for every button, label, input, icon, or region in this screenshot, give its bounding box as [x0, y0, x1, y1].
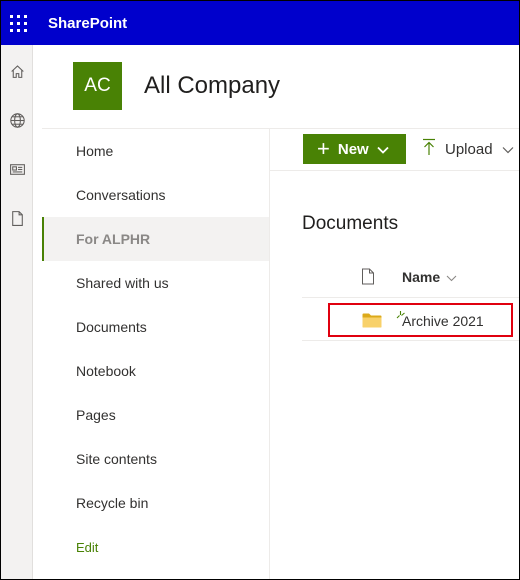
- nav-item-conversations[interactable]: Conversations: [42, 173, 269, 217]
- app-bar: [1, 45, 33, 579]
- nav-edit-link[interactable]: Edit: [42, 525, 269, 569]
- list-header: Name: [302, 258, 519, 298]
- sharepoint-window: SharePoint AC All Company Home Conversat…: [0, 0, 520, 580]
- chevron-down-icon: [377, 141, 389, 158]
- app-name[interactable]: SharePoint: [48, 15, 127, 32]
- site-logo[interactable]: AC: [73, 62, 122, 110]
- site-title[interactable]: All Company: [144, 72, 280, 100]
- nav-item-documents[interactable]: Documents: [42, 305, 269, 349]
- upload-button-label: Upload: [445, 140, 493, 158]
- app-launcher-icon[interactable]: [1, 1, 35, 45]
- new-button-label: New: [337, 140, 369, 158]
- command-bar: + New Upload: [269, 128, 519, 171]
- nav-item-notebook[interactable]: Notebook: [42, 349, 269, 393]
- globe-icon[interactable]: [1, 107, 33, 133]
- nav-item-pages[interactable]: Pages: [42, 393, 269, 437]
- document-icon[interactable]: [1, 205, 33, 231]
- column-header-name[interactable]: Name: [402, 269, 457, 285]
- file-type-icon[interactable]: [361, 268, 375, 290]
- left-navigation: Home Conversations For ALPHR Shared with…: [42, 128, 269, 579]
- nav-item-home[interactable]: Home: [42, 129, 269, 173]
- suite-bar: SharePoint: [1, 1, 519, 45]
- content-divider: [269, 171, 270, 579]
- chevron-down-icon: [502, 141, 514, 158]
- nav-item-shared-with-us[interactable]: Shared with us: [42, 261, 269, 305]
- upload-button[interactable]: Upload: [422, 134, 514, 164]
- upload-icon: [422, 138, 436, 160]
- nav-item-recycle-bin[interactable]: Recycle bin: [42, 481, 269, 525]
- nav-item-for-alphr[interactable]: For ALPHR: [42, 217, 269, 261]
- nav-item-site-contents[interactable]: Site contents: [42, 437, 269, 481]
- library-title: Documents: [302, 213, 399, 234]
- home-icon[interactable]: [1, 58, 33, 84]
- chevron-down-icon: [446, 269, 457, 285]
- highlight-annotation: [328, 303, 513, 337]
- column-header-name-label: Name: [402, 269, 441, 285]
- plus-icon: +: [317, 136, 330, 161]
- new-button[interactable]: + New: [303, 134, 406, 164]
- news-icon[interactable]: [1, 156, 33, 182]
